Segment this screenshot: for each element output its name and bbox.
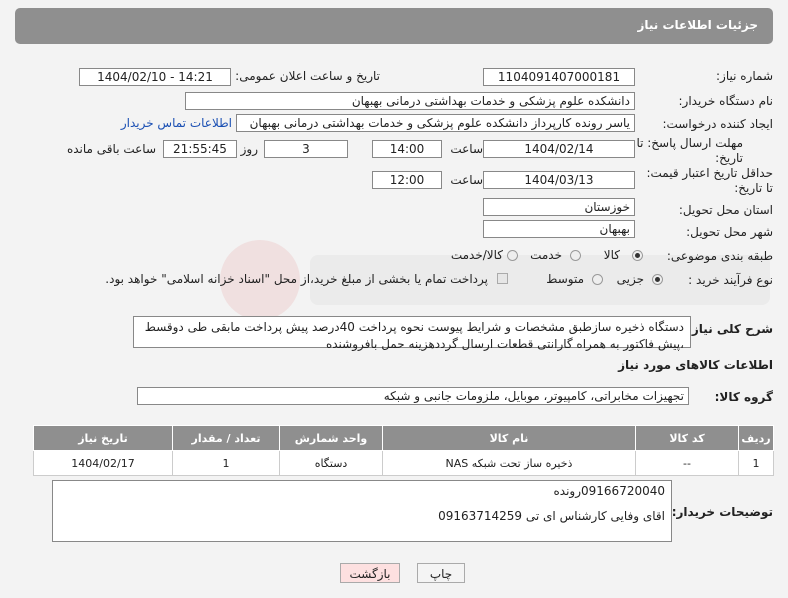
table-header-row: ردیف کد کالا نام کالا واحد شمارش تعداد /… — [33, 425, 774, 451]
city-field: بهبهان — [483, 220, 635, 238]
goods-section-title: اطلاعات کالاهای مورد نیاز — [618, 358, 773, 372]
buyer-org-field: دانشکده علوم پزشکی و خدمات بهداشتی درمان… — [185, 92, 635, 110]
category-radio-goods-service[interactable] — [507, 250, 518, 261]
days-field: 3 — [264, 140, 348, 158]
col-unit: واحد شمارش — [279, 425, 383, 451]
cell-qty: 1 — [172, 450, 280, 476]
price-validity-time-field: 12:00 — [372, 171, 442, 189]
page-title: جزئیات اطلاعات نیاز — [637, 18, 758, 32]
col-need-date: تاریخ نیاز — [33, 425, 173, 451]
announce-label: تاریخ و ساعت اعلان عمومی: — [235, 69, 380, 83]
goods-group-field: تجهیزات مخابراتی، کامپیوتر، موبایل، ملزو… — [137, 387, 689, 405]
province-field: خوزستان — [483, 198, 635, 216]
contact-buyer-link[interactable]: اطلاعات تماس خریدار — [121, 116, 232, 130]
buyer-notes-line2: اقای وفایی کارشناس ای تی 09163714259 — [438, 509, 665, 523]
payment-note: پرداخت تمام یا بخشی از مبلغ خرید،از محل … — [105, 272, 488, 286]
need-number-label: شماره نیاز: — [716, 69, 773, 83]
deadline-time-label: ساعت — [450, 142, 483, 156]
price-validity-time-label: ساعت — [450, 173, 483, 187]
remaining-label: ساعت باقی مانده — [66, 142, 156, 156]
process-option-minor: جزیی — [616, 272, 644, 286]
announce-field: 1404/02/10 - 14:21 — [79, 68, 231, 86]
process-radio-minor[interactable] — [652, 274, 663, 285]
deadline-time-field: 14:00 — [372, 140, 442, 158]
print-button[interactable]: چاپ — [417, 563, 465, 583]
page-header: جزئیات اطلاعات نیاز — [15, 8, 773, 44]
col-name: نام کالا — [382, 425, 636, 451]
category-label: طبقه بندی موضوعی: — [666, 249, 773, 263]
description-box: دستگاه ذخیره سازطبق مشخصات و شرایط پیوست… — [133, 316, 691, 351]
need-number-field: 1104091407000181 — [483, 68, 635, 86]
cell-unit: دستگاه — [279, 450, 383, 476]
buyer-notes-box: 09166720040رونده اقای وفایی کارشناس ای ت… — [52, 480, 672, 542]
city-label: شهر محل تحویل: — [686, 225, 773, 239]
payment-checkbox[interactable] — [497, 273, 508, 284]
goods-table: ردیف کد کالا نام کالا واحد شمارش تعداد /… — [33, 425, 774, 476]
cell-code: -- — [635, 450, 739, 476]
process-label: نوع فرآیند خرید : — [688, 273, 773, 287]
deadline-label: مهلت ارسال پاسخ: تا تاریخ: — [636, 136, 743, 165]
description-text: دستگاه ذخیره سازطبق مشخصات و شرایط پیوست… — [144, 320, 684, 351]
category-option-goods: کالا — [603, 248, 620, 262]
price-validity-date-field: 1404/03/13 — [483, 171, 635, 189]
back-button[interactable]: بازگشت — [340, 563, 400, 583]
category-option-goods-service: کالا/خدمت — [450, 248, 503, 262]
category-radio-service[interactable] — [570, 250, 581, 261]
process-radio-medium[interactable] — [592, 274, 603, 285]
creator-field: یاسر رونده کارپرداز دانشکده علوم پزشکی و… — [236, 114, 635, 132]
deadline-date-field: 1404/02/14 — [483, 140, 635, 158]
col-qty: تعداد / مقدار — [172, 425, 280, 451]
buyer-org-label: نام دستگاه خریدار: — [678, 94, 774, 108]
province-label: استان محل تحویل: — [678, 203, 773, 217]
category-radio-goods[interactable] — [632, 250, 643, 261]
creator-label: ایجاد کننده درخواست: — [662, 117, 773, 131]
category-option-service: خدمت — [530, 248, 562, 262]
remaining-time-field: 21:55:45 — [163, 140, 237, 158]
cell-name: ذخیره ساز تحت شبکه NAS — [382, 450, 636, 476]
buyer-notes-label: توضیحات خریدار: — [671, 505, 773, 519]
goods-group-label: گروه کالا: — [714, 390, 773, 404]
description-label: شرح کلی نیاز: — [687, 322, 773, 336]
col-row: ردیف — [738, 425, 774, 451]
cell-row: 1 — [738, 450, 774, 476]
table-row: 1 -- ذخیره ساز تحت شبکه NAS دستگاه 1 140… — [33, 450, 774, 476]
process-option-medium: متوسط — [546, 272, 584, 286]
price-validity-label: حداقل تاریخ اعتبار قیمت: تا تاریخ: — [646, 166, 773, 195]
col-code: کد کالا — [635, 425, 739, 451]
cell-need-date: 1404/02/17 — [33, 450, 173, 476]
buyer-notes-line1: 09166720040رونده — [553, 484, 666, 498]
